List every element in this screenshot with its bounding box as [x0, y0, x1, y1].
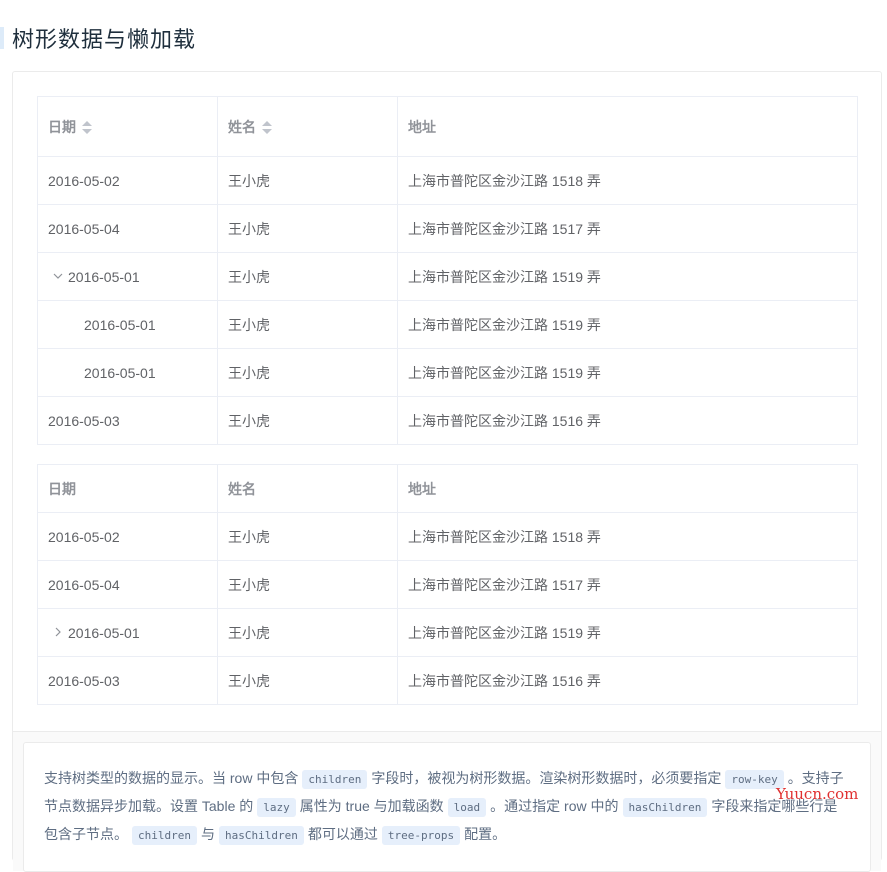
tree-cell: 2016-05-01	[48, 625, 140, 641]
cell-address: 上海市普陀区金沙江路 1517 弄	[397, 204, 858, 253]
cell-address: 上海市普陀区金沙江路 1518 弄	[397, 156, 858, 205]
table-row-child[interactable]: 2016-05-01 王小虎 上海市普陀区金沙江路 1519 弄	[37, 348, 858, 397]
description-card: 支持树类型的数据的显示。当 row 中包含 children 字段时，被视为树形数据…	[23, 742, 871, 872]
demo-description-area: 支持树类型的数据的显示。当 row 中包含 children 字段时，被视为树形数据…	[13, 731, 881, 872]
cell-date: 2016-05-03	[37, 396, 218, 445]
heading-accent-bar	[0, 27, 4, 49]
demo-block: 日期 姓名 地址 2016-05-02 王小虎 上海市普陀区金沙江路 1518 …	[12, 71, 882, 872]
cell-name: 王小虎	[217, 300, 398, 349]
sort-caret-icon[interactable]	[262, 120, 272, 135]
header-label: 姓名	[228, 118, 256, 135]
table-row[interactable]: 2016-05-02 王小虎 上海市普陀区金沙江路 1518 弄	[37, 156, 858, 205]
demo-source: 日期 姓名 地址 2016-05-02 王小虎 上海市普陀区金沙江路 1518 …	[13, 72, 881, 731]
table-row-parent[interactable]: 2016-05-01 王小虎 上海市普陀区金沙江路 1519 弄	[37, 252, 858, 301]
sort-descending-icon[interactable]	[262, 128, 272, 134]
table-row[interactable]: 2016-05-04 王小虎 上海市普陀区金沙江路 1517 弄	[37, 204, 858, 253]
inline-code: load	[447, 798, 487, 817]
cell-address: 上海市普陀区金沙江路 1517 弄	[397, 560, 858, 609]
cell-date: 2016-05-01	[37, 608, 218, 657]
cell-name: 王小虎	[217, 156, 398, 205]
cell-address: 上海市普陀区金沙江路 1519 弄	[397, 300, 858, 349]
table-row[interactable]: 2016-05-02 王小虎 上海市普陀区金沙江路 1518 弄	[37, 512, 858, 561]
cell-address: 上海市普陀区金沙江路 1516 弄	[397, 656, 858, 705]
cell-name: 王小虎	[217, 396, 398, 445]
page-title: 树形数据与懒加载	[12, 27, 197, 52]
cell-address: 上海市普陀区金沙江路 1516 弄	[397, 396, 858, 445]
cell-name: 王小虎	[217, 252, 398, 301]
desc-text: 字段时，被视为树形数据。渲染树形数据时，必须要指定	[371, 770, 722, 786]
cell-date: 2016-05-04	[37, 204, 218, 253]
cell-date: 2016-05-03	[37, 656, 218, 705]
chevron-right-icon[interactable]	[50, 627, 66, 640]
column-header-address: 地址	[397, 96, 858, 157]
desc-text: 支持树类型的数据的显示。当 row 中包含	[44, 770, 299, 786]
desc-text: 。通过指定 row 中的	[490, 798, 619, 814]
inline-code: children	[302, 770, 368, 789]
cell-name: 王小虎	[217, 348, 398, 397]
cell-date: 2016-05-01	[37, 348, 218, 397]
cell-name: 王小虎	[217, 656, 398, 705]
cell-date-text: 2016-05-01	[68, 625, 140, 642]
column-header-date[interactable]: 日期	[37, 96, 218, 157]
chevron-down-icon[interactable]	[50, 271, 66, 284]
sort-caret-icon[interactable]	[82, 120, 92, 135]
cell-date: 2016-05-01	[37, 300, 218, 349]
cell-address: 上海市普陀区金沙江路 1519 弄	[397, 348, 858, 397]
inline-code: row-key	[725, 770, 784, 789]
cell-name: 王小虎	[217, 560, 398, 609]
cell-date: 2016-05-02	[37, 512, 218, 561]
tree-cell: 2016-05-01	[48, 269, 140, 285]
tree-table: 日期 姓名 地址 2016-05-02 王小虎 上海市普陀区金沙江路 1518 …	[37, 96, 858, 445]
column-header-name[interactable]: 姓名	[217, 96, 398, 157]
column-header-name: 姓名	[217, 464, 398, 513]
table-row[interactable]: 2016-05-03 王小虎 上海市普陀区金沙江路 1516 弄	[37, 396, 858, 445]
desc-text: 配置。	[464, 826, 507, 842]
watermark: Yuucn.com	[776, 785, 859, 803]
header-label: 地址	[408, 118, 436, 135]
inline-code: lazy	[257, 798, 296, 817]
cell-date-text: 2016-05-01	[84, 364, 156, 381]
header-label: 日期	[48, 118, 76, 135]
cell-address: 上海市普陀区金沙江路 1519 弄	[397, 608, 858, 657]
cell-date: 2016-05-02	[37, 156, 218, 205]
inline-code: children	[132, 826, 197, 845]
table-row-parent[interactable]: 2016-05-01 王小虎 上海市普陀区金沙江路 1519 弄	[37, 608, 858, 657]
inline-code: hasChildren	[218, 826, 304, 845]
cell-address: 上海市普陀区金沙江路 1518 弄	[397, 512, 858, 561]
cell-date: 2016-05-01	[37, 252, 218, 301]
table-header-row: 日期 姓名 地址	[37, 96, 858, 157]
desc-text: 与	[200, 826, 215, 842]
cell-date-text: 2016-05-01	[68, 269, 140, 286]
table-row[interactable]: 2016-05-03 王小虎 上海市普陀区金沙江路 1516 弄	[37, 656, 858, 705]
cell-address: 上海市普陀区金沙江路 1519 弄	[397, 252, 858, 301]
cell-name: 王小虎	[217, 204, 398, 253]
table-header-row: 日期 姓名 地址	[37, 464, 858, 513]
column-header-address: 地址	[397, 464, 858, 513]
desc-text: 属性为 true 与加载函数	[299, 798, 444, 814]
section-heading: 树形数据与懒加载	[0, 20, 196, 56]
desc-text: 都可以通过	[307, 826, 378, 842]
cell-date: 2016-05-04	[37, 560, 218, 609]
sort-descending-icon[interactable]	[82, 128, 92, 134]
column-header-date: 日期	[37, 464, 218, 513]
inline-code: tree-props	[381, 826, 461, 845]
cell-date-text: 2016-05-01	[84, 316, 156, 333]
table-row[interactable]: 2016-05-04 王小虎 上海市普陀区金沙江路 1517 弄	[37, 560, 858, 609]
inline-code: hasChildren	[622, 798, 708, 817]
table-row-child[interactable]: 2016-05-01 王小虎 上海市普陀区金沙江路 1519 弄	[37, 300, 858, 349]
sort-ascending-icon[interactable]	[262, 120, 272, 126]
lazy-tree-table: 日期 姓名 地址 2016-05-02 王小虎 上海市普陀区金沙江路 1518 …	[37, 464, 858, 705]
cell-name: 王小虎	[217, 608, 398, 657]
sort-ascending-icon[interactable]	[82, 120, 92, 126]
cell-name: 王小虎	[217, 512, 398, 561]
